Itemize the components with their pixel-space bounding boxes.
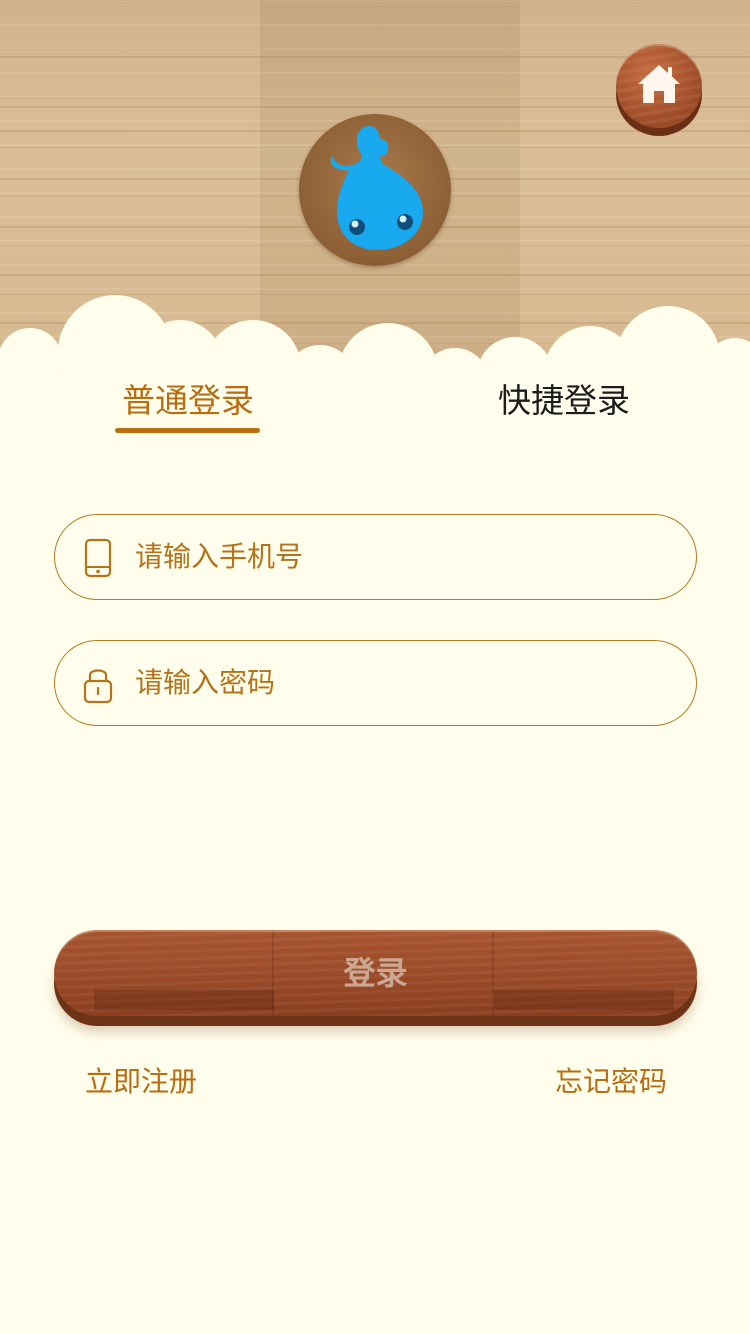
home-icon: [638, 65, 680, 103]
phone-input[interactable]: [135, 515, 675, 598]
water-drop-mascot-icon: [330, 126, 423, 250]
tab-normal-login[interactable]: 普通登录: [112, 376, 264, 426]
register-link[interactable]: 立即注册: [85, 1062, 197, 1102]
app-logo: [299, 114, 451, 266]
active-tab-indicator: [115, 428, 260, 433]
tab-quick-login[interactable]: 快捷登录: [488, 376, 640, 426]
mobile-phone-icon: [84, 538, 112, 578]
password-field[interactable]: [54, 640, 697, 726]
header-wood-background: [0, 0, 750, 380]
login-button-label: 登录: [343, 954, 408, 992]
login-button[interactable]: 登录: [54, 930, 697, 1026]
lock-icon: [83, 669, 113, 704]
cloud-divider: [0, 295, 750, 380]
phone-field[interactable]: [54, 514, 697, 600]
forgot-password-link[interactable]: 忘记密码: [555, 1062, 667, 1102]
password-input[interactable]: [135, 641, 675, 724]
home-button[interactable]: [614, 44, 704, 136]
